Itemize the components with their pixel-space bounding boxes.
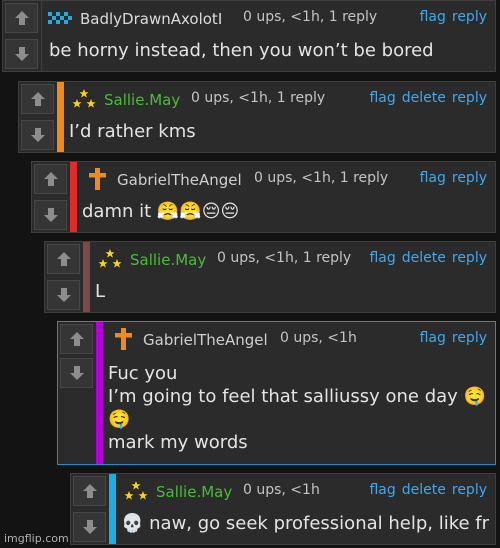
comment-actions: flag delete reply bbox=[363, 250, 487, 266]
comment-meta: 0 ups, <1h, 1 reply bbox=[243, 9, 378, 25]
username-link[interactable]: GabrielTheAngel bbox=[117, 171, 242, 189]
arrow-up-icon bbox=[43, 172, 58, 186]
flag-link[interactable]: flag bbox=[420, 170, 446, 186]
thread-accent-bar bbox=[83, 242, 90, 312]
comment-meta: 0 ups, <1h, 1 reply bbox=[191, 90, 326, 106]
arrow-down-icon bbox=[43, 208, 58, 222]
thread-accent-bar bbox=[109, 474, 116, 544]
downvote-button[interactable] bbox=[60, 358, 93, 388]
comment-actions: flag delete reply bbox=[363, 482, 487, 498]
arrow-down-icon bbox=[14, 47, 29, 61]
arrow-down-icon bbox=[56, 288, 71, 302]
vote-column bbox=[19, 82, 58, 152]
delete-link[interactable]: delete bbox=[402, 90, 446, 106]
thread-accent-bar bbox=[70, 162, 77, 232]
comment-actions: flag delete reply bbox=[363, 90, 487, 106]
comment-text-line: mark my words bbox=[108, 432, 248, 453]
comment-body: L bbox=[95, 280, 489, 303]
vote-column bbox=[3, 1, 42, 71]
downvote-button[interactable] bbox=[5, 39, 38, 69]
flag-link[interactable]: flag bbox=[420, 330, 446, 346]
comment-meta: 0 ups, <1h, 1 reply bbox=[254, 170, 389, 186]
stars-triangle-icon bbox=[123, 479, 149, 502]
thread-accent-bar bbox=[57, 82, 64, 152]
arrow-down-icon bbox=[30, 128, 45, 142]
downvote-button[interactable] bbox=[34, 200, 67, 230]
comment-body: 💀 naw, go seek professional help, like f… bbox=[121, 512, 489, 535]
upvote-button[interactable] bbox=[60, 324, 93, 354]
arrow-up-icon bbox=[82, 484, 97, 498]
comment-body: Fuc you I’m going to feel that salliussy… bbox=[108, 362, 489, 454]
vote-column bbox=[58, 322, 97, 464]
orange-cross-icon bbox=[89, 168, 106, 190]
comment-meta: 0 ups, <1h, 1 reply bbox=[217, 250, 352, 266]
flag-link[interactable]: flag bbox=[369, 90, 395, 106]
reply-link[interactable]: reply bbox=[452, 9, 487, 25]
comment-text-line: I’m going to feel that salliussy one day… bbox=[108, 386, 486, 407]
username-link[interactable]: GabrielTheAngel bbox=[143, 331, 268, 349]
comment-body: damn it 😤😤😔😔 bbox=[82, 200, 489, 223]
username-link[interactable]: Sallie.May bbox=[104, 91, 180, 109]
delete-link[interactable]: delete bbox=[402, 482, 446, 498]
comment: Sallie.May 0 ups, <1h, 1 reply flag delet… bbox=[18, 81, 496, 153]
comment-body: I’d rather kms bbox=[69, 120, 489, 143]
comment-actions: flag reply bbox=[414, 330, 487, 346]
comment-text-line: 💀 naw, go seek professional help, like f… bbox=[121, 513, 490, 534]
comment: GabrielTheAngel 0 ups, <1h, 1 reply flag… bbox=[31, 161, 496, 233]
comment-text-line: 🤤 bbox=[108, 409, 131, 430]
downvote-button[interactable] bbox=[47, 280, 80, 310]
flag-link[interactable]: flag bbox=[420, 9, 446, 25]
comment: Sallie.May 0 ups, <1h flag delete reply 💀 … bbox=[70, 473, 496, 545]
comment-text-line: damn it 😤😤😔😔 bbox=[82, 201, 240, 222]
vote-column bbox=[71, 474, 110, 544]
arrow-up-icon bbox=[69, 332, 84, 346]
reply-link[interactable]: reply bbox=[452, 330, 487, 346]
orange-cross-icon bbox=[115, 328, 132, 350]
vote-column bbox=[45, 242, 84, 312]
comment-text-line: Fuc you bbox=[108, 363, 178, 384]
comment-meta: 0 ups, <1h bbox=[243, 482, 320, 498]
flag-link[interactable]: flag bbox=[369, 250, 395, 266]
comment-text-line: I’d rather kms bbox=[69, 121, 196, 142]
comment-text-line: L bbox=[95, 281, 106, 302]
upvote-button[interactable] bbox=[34, 164, 67, 194]
flag-link[interactable]: flag bbox=[369, 482, 395, 498]
reply-link[interactable]: reply bbox=[452, 90, 487, 106]
arrow-up-icon bbox=[30, 92, 45, 106]
reply-link[interactable]: reply bbox=[452, 482, 487, 498]
reply-link[interactable]: reply bbox=[452, 170, 487, 186]
imgflip-watermark: imgflip.com bbox=[4, 532, 69, 545]
upvote-button[interactable] bbox=[73, 476, 106, 506]
downvote-button[interactable] bbox=[21, 120, 54, 150]
arrow-up-icon bbox=[56, 252, 71, 266]
arrow-down-icon bbox=[82, 520, 97, 534]
delete-link[interactable]: delete bbox=[402, 250, 446, 266]
vote-column bbox=[32, 162, 71, 232]
upvote-button[interactable] bbox=[47, 244, 80, 274]
comment-actions: flag reply bbox=[414, 9, 487, 25]
comment-body: be horny instead, then you won’t be bore… bbox=[49, 39, 489, 62]
thread-accent-bar bbox=[96, 322, 103, 464]
downvote-button[interactable] bbox=[73, 512, 106, 542]
comment-text-line: be horny instead, then you won’t be bore… bbox=[49, 40, 434, 61]
comment: GabrielTheAngel 0 ups, <1h flag reply Fuc… bbox=[57, 321, 496, 465]
stars-triangle-icon bbox=[71, 87, 97, 110]
upvote-button[interactable] bbox=[5, 3, 38, 33]
username-link[interactable]: Sallie.May bbox=[156, 483, 232, 501]
comment: BadlyDrawnAxolotI 0 ups, <1h, 1 reply fl… bbox=[2, 0, 496, 72]
stars-triangle-icon bbox=[97, 247, 123, 270]
upvote-button[interactable] bbox=[21, 84, 54, 114]
comment-actions: flag reply bbox=[414, 170, 487, 186]
arrow-up-icon bbox=[14, 11, 29, 25]
username-link[interactable]: Sallie.May bbox=[130, 251, 206, 269]
arrow-down-icon bbox=[69, 366, 84, 380]
reply-link[interactable]: reply bbox=[452, 250, 487, 266]
username-link[interactable]: BadlyDrawnAxolotI bbox=[80, 10, 222, 28]
comment-meta: 0 ups, <1h bbox=[280, 330, 357, 346]
comment: Sallie.May 0 ups, <1h, 1 reply flag delet… bbox=[44, 241, 496, 313]
pixel-axolotl-icon bbox=[48, 12, 72, 24]
